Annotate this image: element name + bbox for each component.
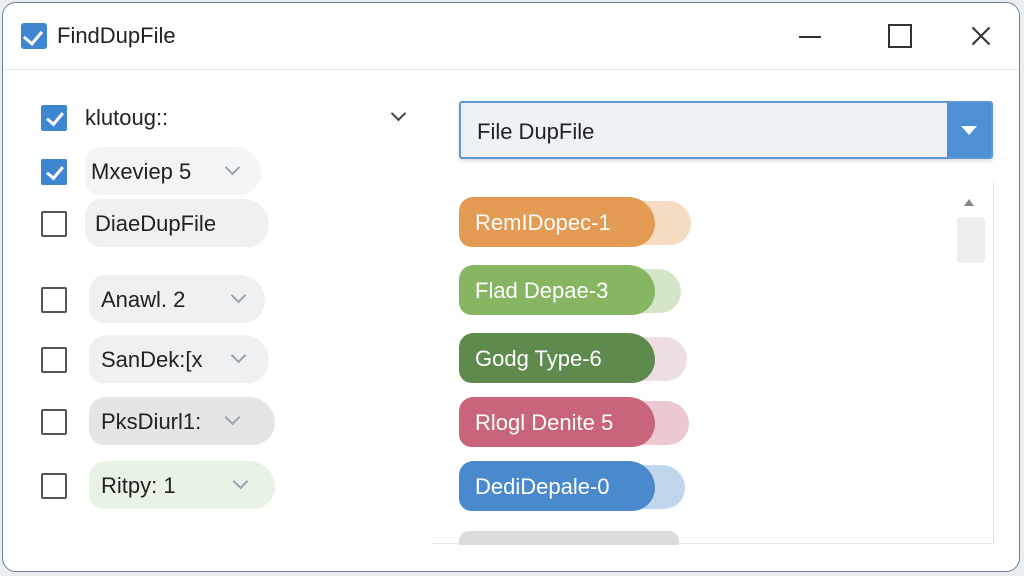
option-row-6[interactable]: Ritpy: 1	[41, 461, 281, 509]
option-row-3[interactable]: Anawl. 2	[41, 275, 271, 323]
vertical-scrollbar[interactable]	[951, 193, 987, 538]
option-label: SanDek:[x	[101, 347, 203, 372]
option-row-5[interactable]: PksDiurl1:	[41, 397, 281, 445]
chevron-down-icon[interactable]	[223, 160, 243, 180]
option-row-0[interactable]: klutoug::	[41, 103, 421, 137]
option-row-4[interactable]: SanDek:[x	[41, 335, 271, 383]
option-row-1[interactable]: Mxeviep 5	[41, 147, 271, 195]
option-label: DiaeDupFile	[95, 211, 217, 236]
result-tag-0[interactable]: RemIDopec-1	[459, 197, 655, 247]
chevron-down-icon[interactable]	[389, 106, 409, 126]
tag-label: DediDepale-0	[475, 474, 610, 499]
chevron-down-icon[interactable]	[231, 474, 251, 494]
tag-label: Flad Depae-3	[475, 278, 609, 303]
result-tag-1[interactable]: Flad Depae-3	[459, 265, 655, 315]
app-window: FindDupFile klutoug:: Mxeviep 5 DiaeDupF…	[2, 2, 1020, 572]
option-label: PksDiurl1:	[101, 409, 202, 434]
tag-label: Godg Type-6	[475, 346, 602, 371]
option-checkbox[interactable]	[41, 473, 67, 499]
option-checkbox[interactable]	[41, 347, 67, 373]
option-label: Anawl. 2	[101, 287, 186, 312]
scroll-up-arrow-icon[interactable]	[964, 199, 974, 206]
file-type-dropdown[interactable]: File DupFile	[459, 101, 993, 159]
tag-label: RemIDopec-1	[475, 210, 611, 235]
chevron-down-icon[interactable]	[229, 348, 249, 368]
option-label: Ritpy: 1	[101, 473, 176, 498]
option-checkbox[interactable]	[41, 159, 67, 185]
tag-label: Rlogl Denite 5	[475, 410, 614, 435]
option-checkbox[interactable]	[41, 105, 67, 131]
checkbox-app-icon	[21, 23, 47, 49]
maximize-button[interactable]	[879, 17, 919, 55]
window-title: FindDupFile	[57, 23, 176, 48]
title-bar: FindDupFile	[3, 3, 1019, 70]
close-button[interactable]	[961, 17, 1001, 55]
dropdown-arrow-icon[interactable]	[947, 103, 991, 157]
option-checkbox[interactable]	[41, 287, 67, 313]
scroll-thumb[interactable]	[957, 217, 985, 263]
result-tag-3[interactable]: Rlogl Denite 5	[459, 397, 655, 447]
option-checkbox[interactable]	[41, 211, 67, 237]
option-label: klutoug::	[85, 105, 169, 130]
dropdown-value: File DupFile	[477, 119, 595, 144]
minimize-button[interactable]	[789, 17, 829, 55]
option-row-2[interactable]: DiaeDupFile	[41, 199, 271, 247]
option-checkbox[interactable]	[41, 409, 67, 435]
result-tag-2[interactable]: Godg Type-6	[459, 333, 655, 383]
chevron-down-icon[interactable]	[229, 288, 249, 308]
result-tag-4[interactable]: DediDepale-0	[459, 461, 655, 511]
option-label: Mxeviep 5	[91, 159, 192, 184]
partial-result-tag	[459, 531, 679, 545]
chevron-down-icon[interactable]	[223, 410, 243, 430]
